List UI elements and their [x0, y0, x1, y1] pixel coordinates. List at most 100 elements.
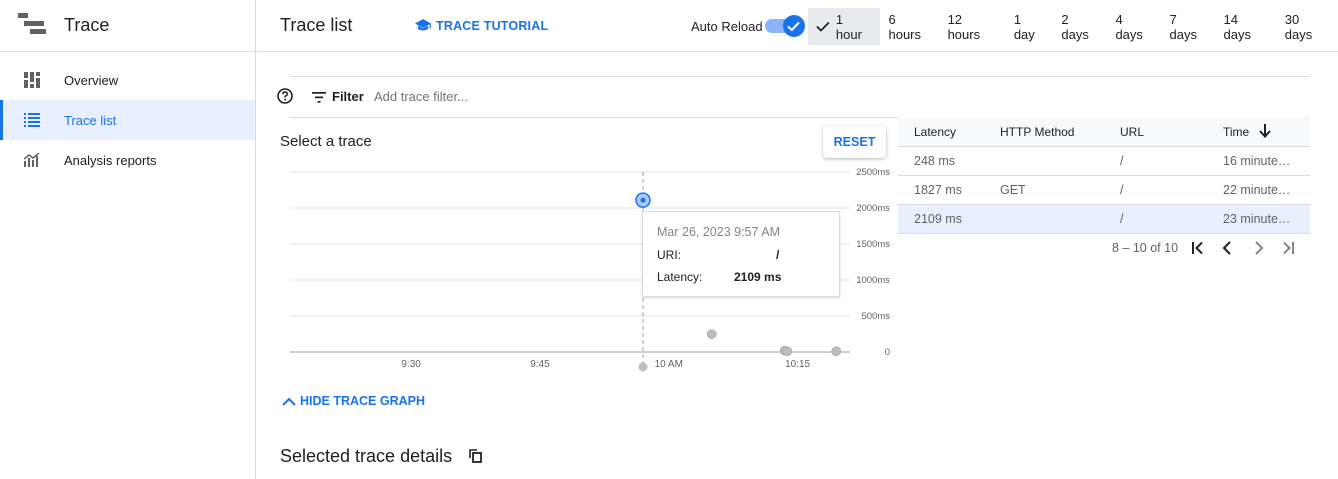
range-14-days[interactable]: 14 days: [1216, 8, 1277, 45]
next-page-icon[interactable]: [1250, 241, 1268, 255]
range-label: 6 hours: [888, 11, 922, 42]
auto-reload-label: Auto Reload: [691, 18, 763, 34]
table-row[interactable]: 1827 ms GET / 22 minute…: [898, 176, 1310, 205]
y-tick-label: 2500ms: [856, 167, 890, 178]
table-row[interactable]: 248 ms / 16 minute…: [898, 147, 1310, 176]
page-title: Trace list: [280, 15, 353, 35]
tooltip-uri-value: /: [776, 248, 780, 262]
table-row-selected[interactable]: 2109 ms / 23 minute…: [898, 205, 1310, 234]
range-label: 1 day: [1013, 11, 1035, 42]
copy-icon[interactable]: [469, 449, 482, 468]
auto-reload-toggle[interactable]: [764, 15, 805, 37]
check-icon: [782, 15, 805, 37]
hide-trace-graph-button[interactable]: HIDE TRACE GRAPH: [282, 394, 425, 408]
range-12-hours[interactable]: 12 hours: [940, 8, 1006, 45]
y-tick-label: 2000ms: [856, 203, 890, 214]
x-tick-label: 10:15: [785, 359, 810, 370]
y-tick-label: 1500ms: [856, 239, 890, 250]
tutorial-label: TRACE TUTORIAL: [436, 18, 549, 33]
table-header-row: Latency HTTP Method URL Time: [898, 117, 1310, 147]
range-label: 14 days: [1223, 11, 1252, 42]
filter-icon[interactable]: [312, 90, 326, 108]
latency-cell: 1827 ms: [914, 183, 962, 197]
range-6-hours[interactable]: 6 hours: [880, 8, 939, 45]
selection-axis-marker: [638, 362, 648, 372]
column-header-url[interactable]: URL: [1120, 125, 1144, 139]
range-label: 2 days: [1061, 11, 1089, 42]
auto-reload: Auto Reload: [691, 0, 805, 52]
url-cell: /: [1120, 183, 1124, 197]
trace-tutorial-link[interactable]: TRACE TUTORIAL: [415, 18, 549, 33]
time-cell: 23 minute…: [1223, 212, 1291, 226]
range-1-day[interactable]: 1 day: [1006, 8, 1054, 45]
range-label: 7 days: [1169, 11, 1197, 42]
range-label: 4 days: [1115, 11, 1143, 42]
sidebar-item-label: Overview: [64, 72, 119, 88]
range-2-days[interactable]: 2 days: [1053, 8, 1107, 45]
range-30-days[interactable]: 30 days: [1277, 8, 1338, 45]
selected-trace-details-title: Selected trace details: [280, 446, 453, 466]
x-tick-label: 9:30: [401, 359, 421, 370]
range-1-hour[interactable]: 1 hour: [808, 8, 881, 45]
y-tick-label: 0: [885, 347, 890, 358]
time-cell: 16 minute…: [1223, 154, 1291, 168]
tooltip-uri-label: URI:: [657, 248, 681, 262]
analytics-icon: [0, 153, 64, 167]
list-icon: [0, 113, 64, 127]
range-4-days[interactable]: 4 days: [1107, 8, 1161, 45]
pagination-range: 8 – 10 of 10: [1112, 241, 1179, 255]
selected-trace-point-center: [640, 197, 646, 203]
table-pagination: 8 – 10 of 10: [1112, 241, 1295, 255]
range-label: 12 hours: [947, 11, 981, 42]
trace-point: [831, 346, 842, 357]
first-page-icon[interactable]: [1192, 242, 1204, 254]
range-label: 1 hour: [835, 11, 862, 42]
chevron-up-icon: [282, 397, 296, 406]
x-tick-label: 10 AM: [655, 359, 683, 370]
range-label: 30 days: [1284, 11, 1313, 42]
column-header-time[interactable]: Time: [1223, 125, 1249, 139]
column-header-latency[interactable]: Latency: [914, 125, 956, 139]
sidebar-item-overview[interactable]: Overview: [0, 60, 255, 100]
tooltip-date: Mar 26, 2023 9:57 AM: [657, 225, 780, 239]
help-icon[interactable]: [277, 88, 293, 109]
x-tick-label: 9:45: [530, 359, 550, 370]
sidebar-item-analysis-reports[interactable]: Analysis reports: [0, 140, 255, 180]
last-page-icon[interactable]: [1282, 242, 1295, 254]
arrow-down-icon[interactable]: [1259, 124, 1271, 141]
range-7-days[interactable]: 7 days: [1162, 8, 1216, 45]
y-tick-label: 1000ms: [856, 275, 890, 286]
trace-tooltip: Mar 26, 2023 9:57 AM URI: / Latency: 210…: [642, 211, 840, 297]
app-title: Trace: [64, 15, 110, 35]
y-tick-label: 500ms: [861, 311, 890, 322]
filter-label: Filter: [332, 89, 364, 104]
tooltip-latency-label: Latency:: [657, 270, 703, 284]
latency-cell: 248 ms: [914, 154, 955, 168]
sidebar-item-label: Analysis reports: [64, 152, 157, 168]
trace-point: [706, 329, 717, 339]
hide-graph-label: HIDE TRACE GRAPH: [300, 394, 426, 408]
time-cell: 22 minute…: [1223, 183, 1291, 197]
top-header: Trace list TRACE TUTORIAL Auto Reload 1 …: [257, 0, 1338, 52]
trace-table: Latency HTTP Method URL Time 248 ms / 16…: [898, 117, 1310, 234]
school-icon: [415, 18, 431, 30]
url-cell: /: [1120, 212, 1124, 226]
dashboard-icon: [0, 72, 64, 88]
previous-page-icon[interactable]: [1218, 241, 1236, 255]
chart-title: Select a trace: [280, 133, 372, 150]
sidebar-item-label: Trace list: [64, 112, 117, 128]
left-sidebar: Trace Overview Trace list Analysis repor…: [0, 0, 256, 479]
trace-logo-icon: [0, 12, 64, 39]
trace-point: [782, 346, 793, 357]
url-cell: /: [1120, 154, 1124, 168]
trace-filter-input[interactable]: [374, 89, 774, 104]
tooltip-latency-value: 2109 ms: [734, 270, 782, 284]
method-cell: GET: [1000, 183, 1026, 197]
latency-cell: 2109 ms: [914, 212, 962, 226]
time-range-selector: 1 hour 6 hours 12 hours 1 day 2 days 4 d…: [808, 8, 1338, 45]
sidebar-nav: Overview Trace list Analysis reports: [0, 52, 255, 180]
reset-button[interactable]: RESET: [823, 126, 886, 158]
column-header-http-method[interactable]: HTTP Method: [1000, 125, 1074, 139]
brand-header: Trace: [0, 0, 255, 52]
sidebar-item-trace-list[interactable]: Trace list: [0, 100, 255, 140]
